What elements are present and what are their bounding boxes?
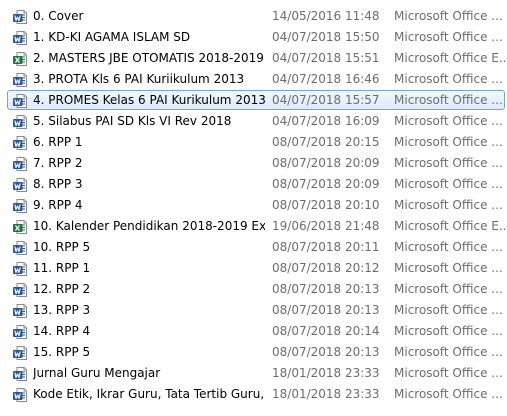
- file-row[interactable]: 2. MASTERS JBE OTOMATIS 2018-2019 04/07/…: [0, 48, 507, 69]
- word-doc-icon: [12, 177, 28, 193]
- file-type: Microsoft Office E...: [394, 51, 507, 65]
- file-name: 13. RPP 3: [33, 303, 91, 317]
- file-type: Microsoft Office ...: [394, 72, 503, 86]
- file-name: 4. PROMES Kelas 6 PAI Kurikulum 2013: [33, 93, 265, 107]
- file-date-modified: 08/07/2018 20:10: [272, 198, 380, 212]
- file-date-modified: 08/07/2018 20:14: [272, 324, 380, 338]
- word-doc-icon: [12, 387, 28, 403]
- file-list: 0. Cover 14/05/2016 11:48 Microsoft Offi…: [0, 0, 507, 416]
- file-name: 10. RPP 5: [33, 240, 91, 254]
- file-name: 11. RPP 1: [33, 261, 91, 275]
- file-type: Microsoft Office ...: [394, 345, 503, 359]
- file-name: 5. Silabus PAI SD Kls VI Rev 2018: [33, 114, 232, 128]
- word-doc-icon: [12, 156, 28, 172]
- file-type: Microsoft Office ...: [394, 30, 503, 44]
- file-row[interactable]: Jurnal Guru Mengajar 18/01/2018 23:33 Mi…: [0, 363, 507, 384]
- file-date-modified: 04/07/2018 15:57: [272, 93, 380, 107]
- file-row[interactable]: 4. PROMES Kelas 6 PAI Kurikulum 2013 04/…: [0, 90, 507, 111]
- file-date-modified: 18/01/2018 23:33: [272, 366, 380, 380]
- file-row[interactable]: 1. KD-KI AGAMA ISLAM SD 04/07/2018 15:50…: [0, 27, 507, 48]
- file-name: 8. RPP 3: [33, 177, 83, 191]
- file-type: Microsoft Office ...: [394, 366, 503, 380]
- word-doc-icon: [12, 9, 28, 25]
- file-row[interactable]: 12. RPP 2 08/07/2018 20:13 Microsoft Off…: [0, 279, 507, 300]
- file-type: Microsoft Office ...: [394, 198, 503, 212]
- file-row[interactable]: Kode Etik, Ikrar Guru, Tata Tertib Guru,…: [0, 384, 507, 405]
- word-doc-icon: [12, 30, 28, 46]
- file-row[interactable]: 8. RPP 3 08/07/2018 20:09 Microsoft Offi…: [0, 174, 507, 195]
- file-name: 0. Cover: [33, 9, 84, 23]
- file-type: Microsoft Office ...: [394, 240, 503, 254]
- word-doc-icon: [12, 261, 28, 277]
- file-type: Microsoft Office ...: [394, 9, 503, 23]
- file-name: 3. PROTA Kls 6 PAI Kuriikulum 2013: [33, 72, 245, 86]
- file-date-modified: 04/07/2018 16:09: [272, 114, 380, 128]
- excel-sheet-icon: [12, 51, 28, 67]
- file-row[interactable]: 10. Kalender Pendidikan 2018-2019 Excel …: [0, 216, 507, 237]
- file-date-modified: 08/07/2018 20:13: [272, 282, 380, 296]
- file-date-modified: 04/07/2018 15:51: [272, 51, 380, 65]
- file-type: Microsoft Office ...: [394, 135, 503, 149]
- file-date-modified: 08/07/2018 20:13: [272, 345, 380, 359]
- file-row[interactable]: 5. Silabus PAI SD Kls VI Rev 2018 04/07/…: [0, 111, 507, 132]
- file-row[interactable]: 13. RPP 3 08/07/2018 20:13 Microsoft Off…: [0, 300, 507, 321]
- file-type: Microsoft Office ...: [394, 282, 503, 296]
- file-row[interactable]: 0. Cover 14/05/2016 11:48 Microsoft Offi…: [0, 6, 507, 27]
- word-doc-icon: [12, 345, 28, 361]
- word-doc-icon: [12, 282, 28, 298]
- file-row[interactable]: 7. RPP 2 08/07/2018 20:09 Microsoft Offi…: [0, 153, 507, 174]
- file-name: 7. RPP 2: [33, 156, 83, 170]
- file-row[interactable]: 10. RPP 5 08/07/2018 20:11 Microsoft Off…: [0, 237, 507, 258]
- excel-sheet-icon: [12, 219, 28, 235]
- file-name: 14. RPP 4: [33, 324, 91, 338]
- file-type: Microsoft Office ...: [394, 261, 503, 275]
- file-type: Microsoft Office ...: [394, 177, 503, 191]
- file-date-modified: 08/07/2018 20:09: [272, 156, 380, 170]
- word-doc-icon: [12, 93, 28, 109]
- file-name: 2. MASTERS JBE OTOMATIS 2018-2019: [33, 51, 264, 65]
- file-date-modified: 04/07/2018 15:50: [272, 30, 380, 44]
- word-doc-icon: [12, 303, 28, 319]
- file-name: 15. RPP 5: [33, 345, 91, 359]
- file-date-modified: 08/07/2018 20:09: [272, 177, 380, 191]
- file-date-modified: 04/07/2018 16:46: [272, 72, 380, 86]
- file-name: Kode Etik, Ikrar Guru, Tata Tertib Guru,…: [33, 387, 265, 401]
- file-date-modified: 19/06/2018 21:48: [272, 219, 380, 233]
- file-type: Microsoft Office ...: [394, 303, 503, 317]
- file-row[interactable]: 3. PROTA Kls 6 PAI Kuriikulum 2013 04/07…: [0, 69, 507, 90]
- file-date-modified: 18/01/2018 23:33: [272, 387, 380, 401]
- file-type: Microsoft Office E...: [394, 219, 507, 233]
- file-row[interactable]: 14. RPP 4 08/07/2018 20:14 Microsoft Off…: [0, 321, 507, 342]
- file-row[interactable]: 6. RPP 1 08/07/2018 20:15 Microsoft Offi…: [0, 132, 507, 153]
- file-date-modified: 08/07/2018 20:15: [272, 135, 380, 149]
- file-type: Microsoft Office ...: [394, 156, 503, 170]
- file-row[interactable]: 15. RPP 5 08/07/2018 20:13 Microsoft Off…: [0, 342, 507, 363]
- file-date-modified: 08/07/2018 20:11: [272, 240, 380, 254]
- file-name: 12. RPP 2: [33, 282, 91, 296]
- file-date-modified: 08/07/2018 20:13: [272, 303, 380, 317]
- word-doc-icon: [12, 114, 28, 130]
- word-doc-icon: [12, 198, 28, 214]
- file-type: Microsoft Office ...: [394, 114, 503, 128]
- file-name: 1. KD-KI AGAMA ISLAM SD: [33, 30, 191, 44]
- word-doc-icon: [12, 366, 28, 382]
- file-row[interactable]: 9. RPP 4 08/07/2018 20:10 Microsoft Offi…: [0, 195, 507, 216]
- file-type: Microsoft Office ...: [394, 324, 503, 338]
- file-date-modified: 08/07/2018 20:12: [272, 261, 380, 275]
- file-date-modified: 14/05/2016 11:48: [272, 9, 380, 23]
- file-name: 6. RPP 1: [33, 135, 83, 149]
- word-doc-icon: [12, 240, 28, 256]
- word-doc-icon: [12, 324, 28, 340]
- file-row[interactable]: 11. RPP 1 08/07/2018 20:12 Microsoft Off…: [0, 258, 507, 279]
- file-type: Microsoft Office ...: [394, 387, 503, 401]
- file-type: Microsoft Office ...: [394, 93, 503, 107]
- word-doc-icon: [12, 72, 28, 88]
- file-name: 9. RPP 4: [33, 198, 83, 212]
- word-doc-icon: [12, 135, 28, 151]
- file-name: 10. Kalender Pendidikan 2018-2019 Excel: [33, 219, 265, 233]
- file-name: Jurnal Guru Mengajar: [33, 366, 161, 380]
